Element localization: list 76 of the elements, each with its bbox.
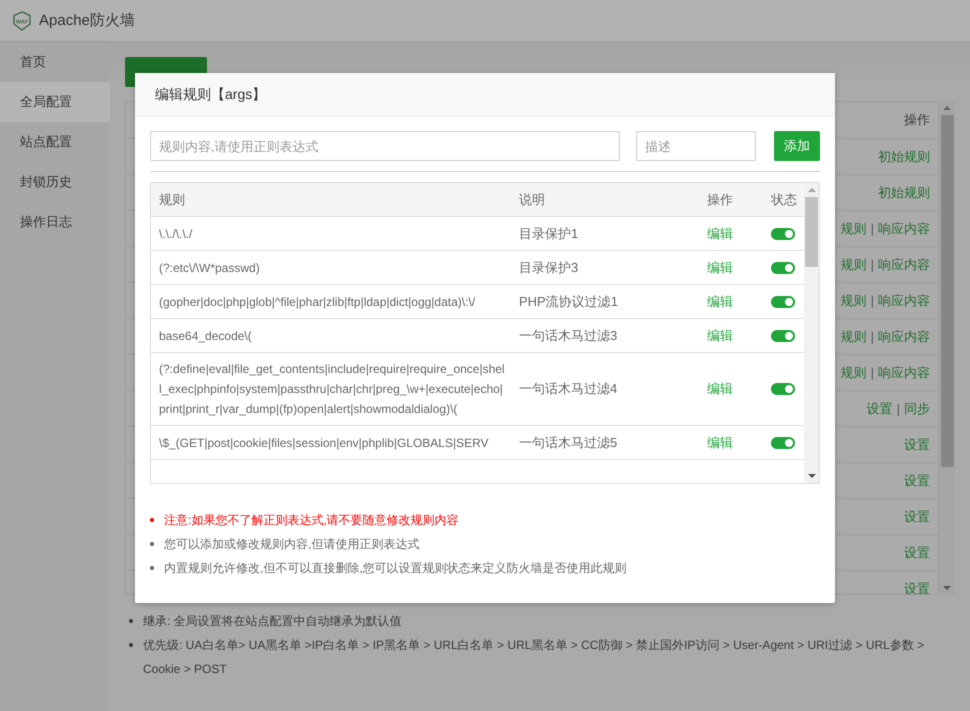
action-link[interactable]: 设置 xyxy=(904,580,930,594)
action-link[interactable]: 响应内容 xyxy=(878,292,930,310)
separator-text: | xyxy=(870,329,874,344)
bullet-icon xyxy=(150,542,154,546)
action-link[interactable]: 响应内容 xyxy=(878,364,930,382)
action-link[interactable]: 响应内容 xyxy=(878,220,930,238)
status-toggle[interactable] xyxy=(771,296,795,308)
description-input[interactable]: 描述 xyxy=(636,131,756,161)
column-header: 操作 xyxy=(706,190,734,208)
rule-text: (?:define|eval|file_get_contents|include|require|require_once|shell_exec|phpinfo|system|passthru|char|chr|preg_\w+|execute|echo|print|print_r|var_dump|(fp)open|alert|showmodaldialog)\( xyxy=(158,361,506,418)
dialog-title: 编辑规则【args】 xyxy=(155,86,266,104)
app-title: Apache防火墙 xyxy=(39,11,135,30)
action-link[interactable]: 设置 xyxy=(904,508,930,526)
separator-text: | xyxy=(870,365,874,380)
action-link[interactable]: 响应内容 xyxy=(878,256,930,274)
action-link[interactable]: 同步 xyxy=(904,400,930,418)
action-link[interactable]: 设置 xyxy=(904,436,930,454)
action-link[interactable]: 初始规则 xyxy=(878,148,930,166)
rule-text: (gopher|doc|php|glob|^file|phar|zlib|ftp|ldap|dict|ogg|data)\:\/ xyxy=(158,294,476,310)
action-link[interactable]: 规则 xyxy=(840,364,867,382)
action-link[interactable]: 规则 xyxy=(840,220,867,238)
edit-link[interactable]: 编辑 xyxy=(699,218,763,250)
separator-text: | xyxy=(870,257,874,272)
edit-link[interactable]: 编辑 xyxy=(699,373,763,405)
status-toggle[interactable] xyxy=(771,228,795,240)
action-link[interactable]: 响应内容 xyxy=(878,328,930,346)
status-toggle[interactable] xyxy=(771,330,795,342)
action-link[interactable]: 规则 xyxy=(840,256,867,274)
column-header: 说明 xyxy=(518,190,546,208)
note-text: 您可以添加或修改规则内容,但请使用正则表达式 xyxy=(164,536,420,553)
description-text: 一句话木马过滤4 xyxy=(518,380,618,398)
description-text: PHP流协议过滤1 xyxy=(518,292,619,310)
rule-text: \$_(GET|post|cookie|files|session|env|phplib|GLOBALS|SERV xyxy=(158,434,490,452)
edit-link[interactable]: 编辑 xyxy=(699,426,763,458)
status-toggle[interactable] xyxy=(771,383,795,395)
separator-text: | xyxy=(896,401,900,416)
action-link[interactable]: 设置 xyxy=(866,400,893,418)
note-text: 优先级: UA白名单> UA黑名单 >IP白名单 > IP黑名单 > URL白名单 > URL黑名单 > CC防御 > 禁止国外IP访问 > User-Agent > URI过滤 > URL参数 > Cookie > POST xyxy=(143,637,926,678)
sidebar-item[interactable]: 全局配置 xyxy=(0,82,110,122)
description-text: 一句话木马过滤3 xyxy=(518,326,618,344)
action-link[interactable]: 设置 xyxy=(904,472,930,490)
sidebar-item[interactable]: 站点配置 xyxy=(0,122,110,162)
rule-text: base64_decode\( xyxy=(158,328,253,344)
action-link[interactable]: 规则 xyxy=(840,328,867,346)
scrollbar[interactable] xyxy=(804,183,819,483)
rule-text: (?:etc\/\W*passwd) xyxy=(158,260,261,276)
status-toggle[interactable] xyxy=(771,262,795,274)
column-header: 规则 xyxy=(158,190,186,208)
status-toggle[interactable] xyxy=(771,436,795,448)
bullet-icon xyxy=(150,518,154,522)
note-text: 注意:如果您不了解正则表达式,请不要随意修改规则内容 xyxy=(164,512,459,529)
separator-text: | xyxy=(870,221,874,236)
separator-text: | xyxy=(870,293,874,308)
description-text: 一句话木马过滤5 xyxy=(518,434,618,452)
action-link[interactable]: 设置 xyxy=(904,544,930,562)
bullet-icon xyxy=(129,643,133,647)
edit-link[interactable]: 编辑 xyxy=(699,320,763,352)
scrollbar[interactable] xyxy=(939,101,955,595)
description-text: 目录保护1 xyxy=(518,224,580,242)
description-text: 目录保护3 xyxy=(518,258,580,276)
action-link[interactable]: 初始规则 xyxy=(878,184,930,202)
column-header: 状态 xyxy=(770,190,798,208)
rule-input[interactable]: 规则内容,请使用正则表达式 xyxy=(150,131,620,161)
add-button[interactable]: 添加 xyxy=(774,131,820,161)
bullet-icon xyxy=(150,566,154,570)
edit-link[interactable]: 编辑 xyxy=(699,286,763,318)
sidebar-item[interactable]: 封锁历史 xyxy=(0,162,110,202)
note-text: 继承: 全局设置将在站点配置中自动继承为默认值 xyxy=(143,613,402,630)
edit-link[interactable]: 编辑 xyxy=(699,252,763,284)
sidebar-item[interactable]: 操作日志 xyxy=(0,202,110,242)
rule-text: \.\./\.\./ xyxy=(158,226,194,242)
bullet-icon xyxy=(129,619,133,623)
sidebar-item[interactable]: 首页 xyxy=(0,42,110,82)
column-header: 操作 xyxy=(904,111,930,129)
note-text: 内置规则允许修改,但不可以直接删除,您可以设置规则状态来定义防火墙是否使用此规则 xyxy=(164,560,627,577)
action-link[interactable]: 规则 xyxy=(840,292,867,310)
